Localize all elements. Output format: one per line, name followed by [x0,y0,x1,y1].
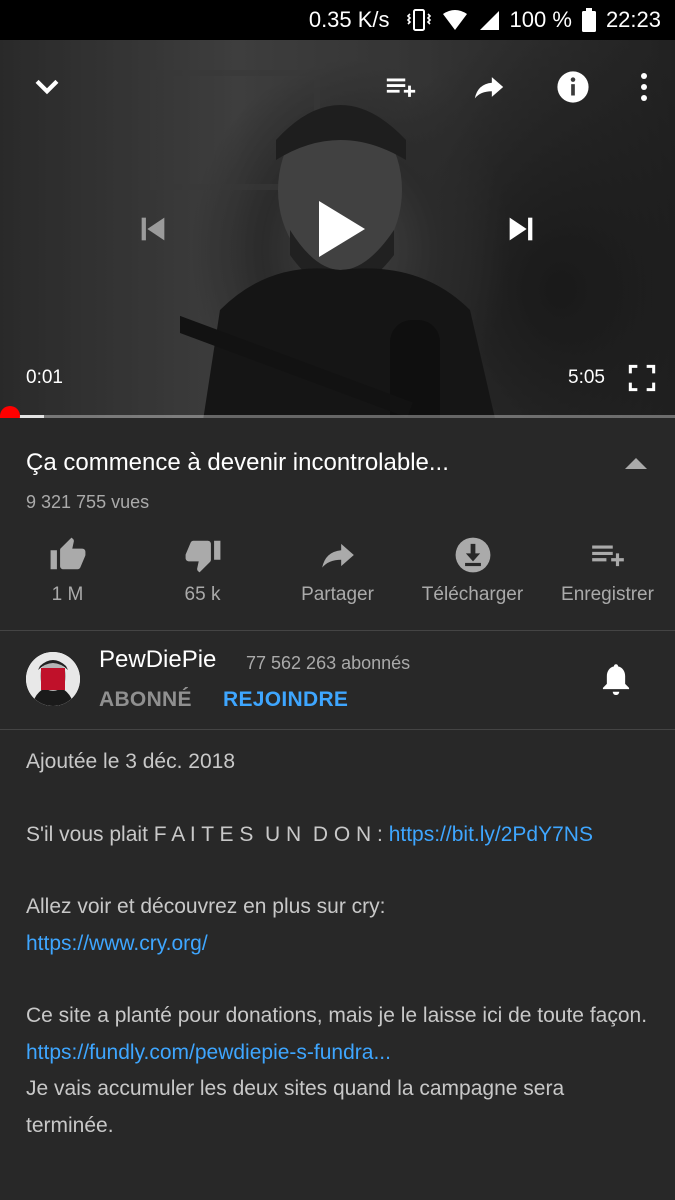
current-time: 0:01 [26,367,63,388]
join-button[interactable]: REJOINDRE [223,688,348,712]
duration: 5:05 [568,367,605,388]
upload-date: Ajoutée le 3 déc. 2018 [26,750,235,773]
next-button[interactable] [498,206,544,252]
fundly-link[interactable]: https://fundly.com/pewdiepie-s-fundra... [26,1041,391,1064]
info-icon [557,71,589,103]
share-button-player[interactable] [466,64,512,110]
channel-avatar[interactable] [26,652,80,706]
more-options-button[interactable] [624,64,664,110]
donate-link[interactable]: https://bit.ly/2PdY7NS [389,823,593,846]
cry-link[interactable]: https://www.cry.org/ [26,932,208,955]
action-bar: 1 M 65 k Partager Télécharger Enregistre… [0,530,675,620]
share-button[interactable]: Partager [270,530,405,620]
wifi-icon [442,9,468,31]
fullscreen-icon [628,364,656,392]
dislike-button[interactable]: 65 k [135,530,270,620]
vibrate-icon [406,8,432,32]
donate-text: S'il vous plait F A I T E S U N D O N : [26,822,389,846]
download-button[interactable]: Télécharger [405,530,540,620]
collapse-description-button[interactable] [616,448,656,478]
notifications-button[interactable] [596,660,636,700]
minimize-button[interactable] [26,66,68,108]
video-title: Ça commence à devenir incontrolable... [26,449,449,476]
play-button[interactable] [306,194,376,264]
previous-button[interactable] [130,206,176,252]
playlist-add-icon [591,545,624,567]
play-icon [319,201,365,257]
thumb-up-icon [50,537,85,570]
more-vert-icon [641,73,647,101]
subscriber-count: 77 562 263 abonnés [246,653,411,673]
divider [0,729,675,730]
accumulate-text: Je vais accumuler les deux sites quand l… [26,1077,565,1137]
crash-text: Ce site a planté pour donations, mais je… [26,1004,648,1027]
download-icon [455,537,490,573]
playlist-add-icon [386,78,416,97]
channel-row: PewDiePie 77 562 263 abonnés ABONNÉ REJO… [0,632,675,730]
share-label: Partager [301,584,374,605]
clock: 22:23 [605,7,661,32]
video-description: Ajoutée le 3 déc. 2018 S'il vous plait F… [26,744,656,1144]
status-bar: 0.35 K/s 100 % 22:23 [0,0,675,40]
cry-text: Allez voir et découvrez en plus sur cry: [26,895,386,918]
like-button[interactable]: 1 M [0,530,135,620]
skip-previous-icon [141,217,165,241]
info-button[interactable] [550,64,596,110]
avatar-image [26,652,80,706]
dislike-count: 65 k [184,584,221,605]
save-button[interactable]: Enregistrer [540,530,675,620]
progress-bar[interactable] [0,406,675,418]
view-count: 9 321 755 vues [26,492,150,512]
subscribed-button[interactable]: ABONNÉ [99,688,192,712]
like-count: 1 M [51,584,84,605]
bell-icon [602,664,630,696]
battery-level: 100 % [509,7,572,32]
battery-icon [581,8,596,32]
video-player[interactable]: 0:01 5:05 [0,40,675,418]
chevron-up-icon [625,458,647,469]
network-speed: 0.35 K/s [308,7,390,32]
save-label: Enregistrer [561,584,654,605]
download-label: Télécharger [421,584,524,605]
channel-name[interactable]: PewDiePie [99,646,216,674]
add-to-playlist-button[interactable] [378,64,424,110]
title-row: Ça commence à devenir incontrolable... [26,448,656,478]
thumb-down-icon [185,540,220,573]
chevron-down-icon [35,79,59,95]
divider [0,630,675,631]
skip-next-icon [509,217,533,241]
share-icon [321,543,354,568]
share-icon [474,77,504,99]
signal-icon [478,9,500,31]
fullscreen-button[interactable] [622,358,662,398]
donate-paragraph: S'il vous plait F A I T E S U N D O N : … [26,817,656,854]
